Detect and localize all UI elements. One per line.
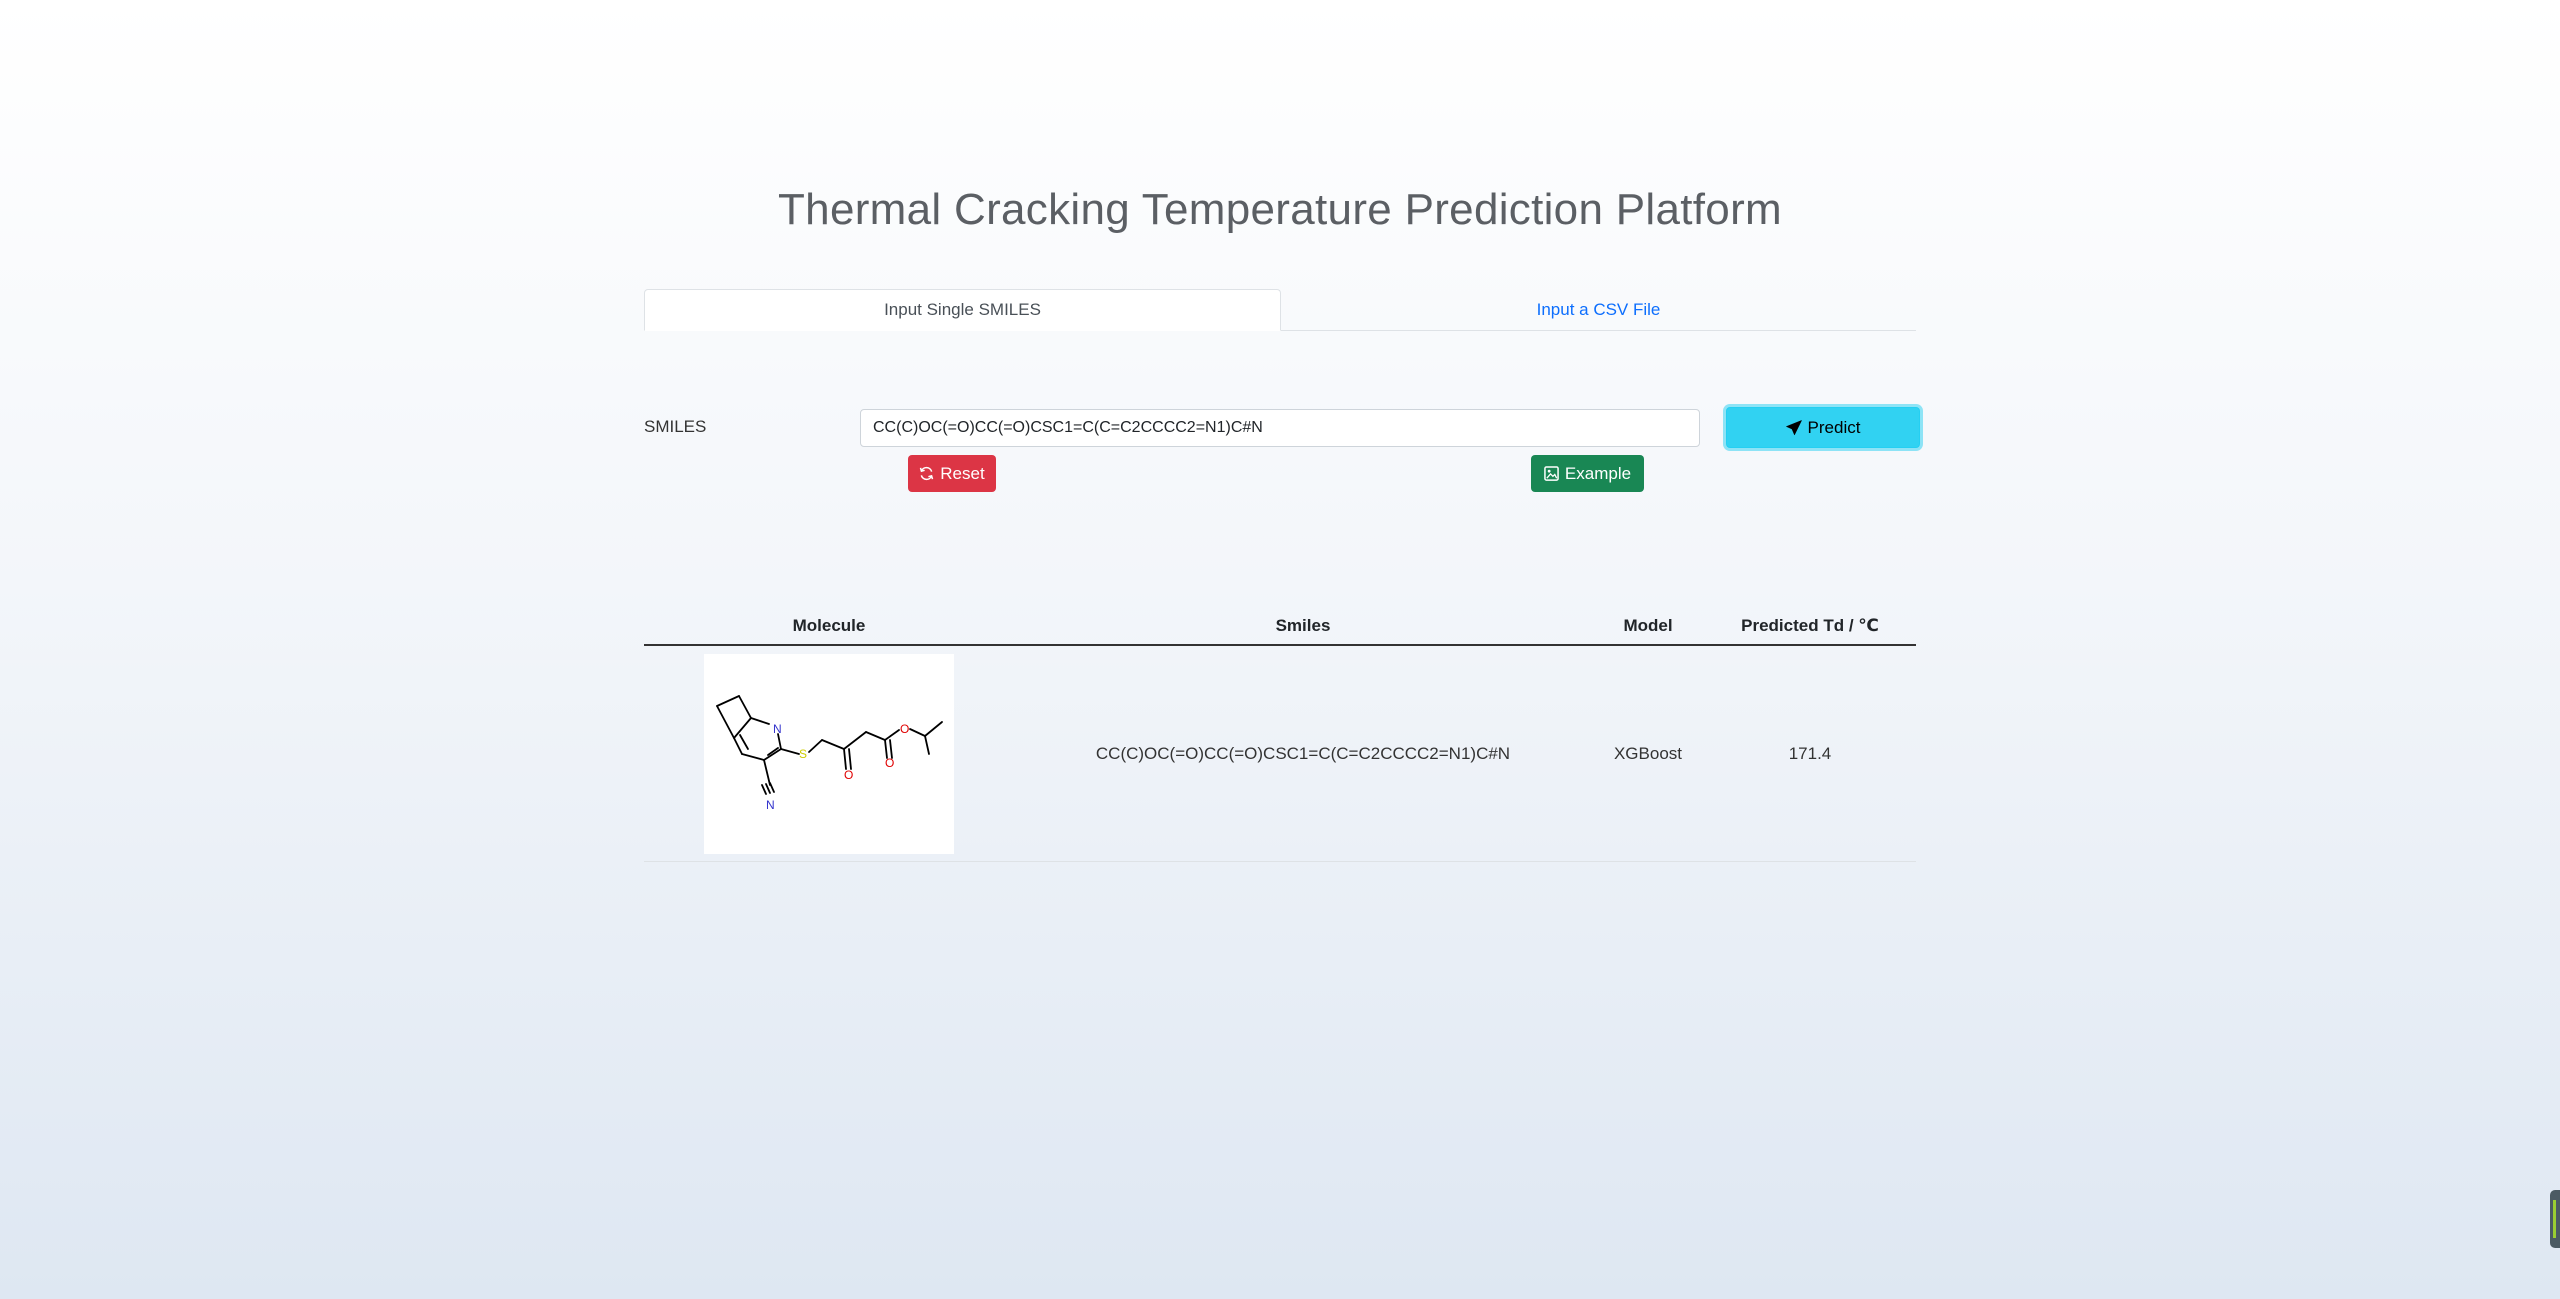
smiles-label: SMILES: [644, 417, 707, 436]
header-molecule: Molecule: [644, 608, 1014, 646]
header-predicted-td: Predicted Td / ℃: [1704, 608, 1916, 646]
molecule-structure-image: N S O O O N: [704, 653, 954, 854]
send-icon: [1785, 419, 1802, 436]
example-label: Example: [1564, 463, 1632, 483]
header-model: Model: [1592, 608, 1704, 646]
example-button[interactable]: Example: [1531, 455, 1644, 492]
header-smiles: Smiles: [1014, 608, 1592, 646]
table-header-row: Molecule Smiles Model Predicted Td / ℃: [644, 608, 1916, 646]
input-mode-tabs: Input Single SMILES Input a CSV File: [644, 289, 1916, 331]
predict-label: Predict: [1807, 417, 1861, 437]
smiles-cell: CC(C)OC(=O)CC(=O)CSC1=C(C=C2CCCC2=N1)C#N: [1014, 645, 1592, 862]
nitrogen-atom-label: N: [766, 798, 775, 812]
reset-button[interactable]: Reset: [908, 455, 996, 492]
tab-single-smiles[interactable]: Input Single SMILES: [644, 289, 1281, 331]
image-icon: [1544, 466, 1559, 481]
results-table: Molecule Smiles Model Predicted Td / ℃ N…: [644, 608, 1916, 862]
sulfur-atom-label: S: [799, 747, 807, 761]
molecule-cell: N S O O O N: [644, 645, 1014, 862]
oxygen-atom-label: O: [900, 722, 909, 736]
oxygen-atom-label: O: [885, 756, 894, 770]
model-cell: XGBoost: [1592, 645, 1704, 862]
predicted-td-cell: 171.4: [1704, 645, 1916, 862]
oxygen-atom-label: O: [844, 768, 853, 782]
smiles-input[interactable]: [860, 409, 1700, 447]
side-panel-handle[interactable]: [2550, 1190, 2560, 1248]
nitrogen-atom-label: N: [773, 722, 782, 736]
reset-label: Reset: [940, 463, 985, 483]
tab-csv-file[interactable]: Input a CSV File: [1281, 289, 1916, 330]
table-row: N S O O O N CC(C)OC(=O)CC(=O)CSC1=C(C=C2…: [644, 645, 1916, 862]
page-title: Thermal Cracking Temperature Prediction …: [778, 185, 1782, 234]
refresh-icon: [919, 466, 934, 481]
predict-button[interactable]: Predict: [1726, 407, 1920, 448]
